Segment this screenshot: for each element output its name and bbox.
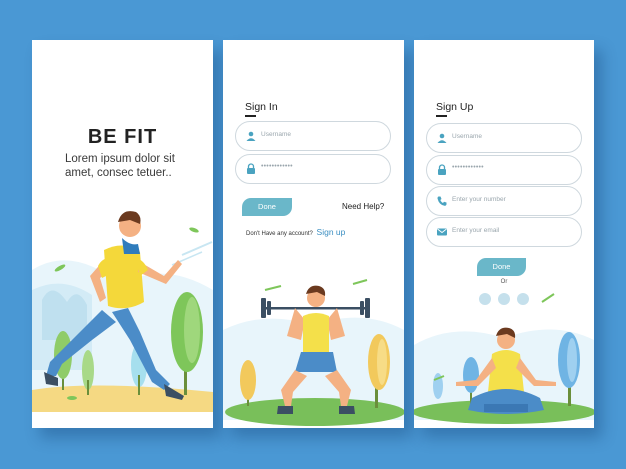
need-help-link[interactable]: Need Help?: [342, 202, 384, 211]
password-mask: ••••••••••••: [452, 164, 484, 171]
user-icon: [437, 133, 447, 143]
social-login-button-1[interactable]: [479, 293, 491, 305]
lock-icon: [247, 163, 255, 174]
email-placeholder: Enter your email: [452, 227, 500, 234]
user-icon: [246, 131, 256, 141]
signin-screen: Sign In Username •••••••••••• Done Need …: [223, 40, 404, 428]
no-account-text: Don't Have any account?: [246, 231, 313, 237]
or-divider: Or: [500, 279, 508, 285]
username-field[interactable]: Username: [235, 121, 391, 151]
runner-illustration: [32, 211, 213, 428]
mail-icon: [437, 228, 447, 236]
title-underline: [245, 115, 256, 117]
username-placeholder: Username: [261, 131, 291, 138]
signup-prompt: Don't Have any account? Sign up: [246, 227, 345, 237]
password-field[interactable]: ••••••••••••: [235, 154, 391, 184]
done-button[interactable]: Done: [242, 198, 292, 216]
password-field[interactable]: ••••••••••••: [426, 155, 582, 185]
signup-title: Sign Up: [436, 101, 474, 113]
username-placeholder: Username: [452, 133, 482, 140]
lock-icon: [438, 164, 446, 175]
number-placeholder: Enter your number: [452, 196, 506, 203]
social-login-button-2[interactable]: [498, 293, 510, 305]
password-mask: ••••••••••••: [261, 163, 293, 170]
phone-field[interactable]: Enter your number: [426, 186, 582, 216]
phone-icon: [437, 196, 447, 206]
social-login-button-3[interactable]: [517, 293, 529, 305]
email-field[interactable]: Enter your email: [426, 217, 582, 247]
signup-screen: Sign Up Username •••••••••••• Enter your…: [414, 40, 594, 428]
username-field[interactable]: Username: [426, 123, 582, 153]
done-button[interactable]: Done: [477, 258, 526, 276]
intro-screen: BE FIT Lorem ipsum dolor sit amet, conse…: [32, 40, 213, 428]
signin-title: Sign In: [245, 101, 278, 113]
signup-link[interactable]: Sign up: [317, 227, 346, 237]
title-underline: [436, 115, 447, 117]
